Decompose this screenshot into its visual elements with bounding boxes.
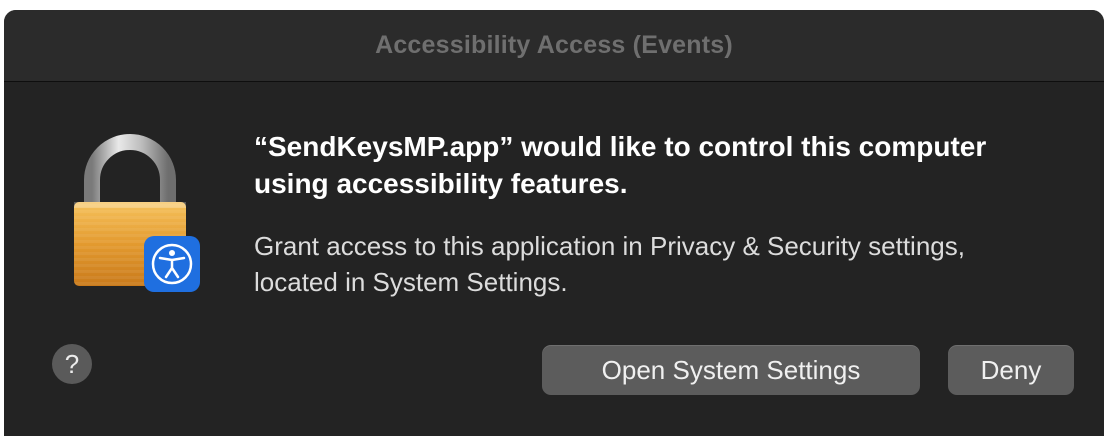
deny-button[interactable]: Deny xyxy=(948,345,1074,395)
title-bar: Accessibility Access (Events) xyxy=(4,10,1104,82)
dialog-message: Grant access to this application in Priv… xyxy=(254,231,965,297)
help-button[interactable]: ? xyxy=(52,344,92,384)
window-title: Accessibility Access (Events) xyxy=(375,31,733,59)
lock-accessibility-icon xyxy=(74,134,200,292)
dialog-headline: “SendKeysMP.app” would like to control t… xyxy=(254,131,987,199)
accessibility-access-dialog: Accessibility Access (Events) “SendKeysM… xyxy=(4,10,1104,436)
open-system-settings-button[interactable]: Open System Settings xyxy=(542,345,920,395)
lock-icon xyxy=(64,132,204,292)
